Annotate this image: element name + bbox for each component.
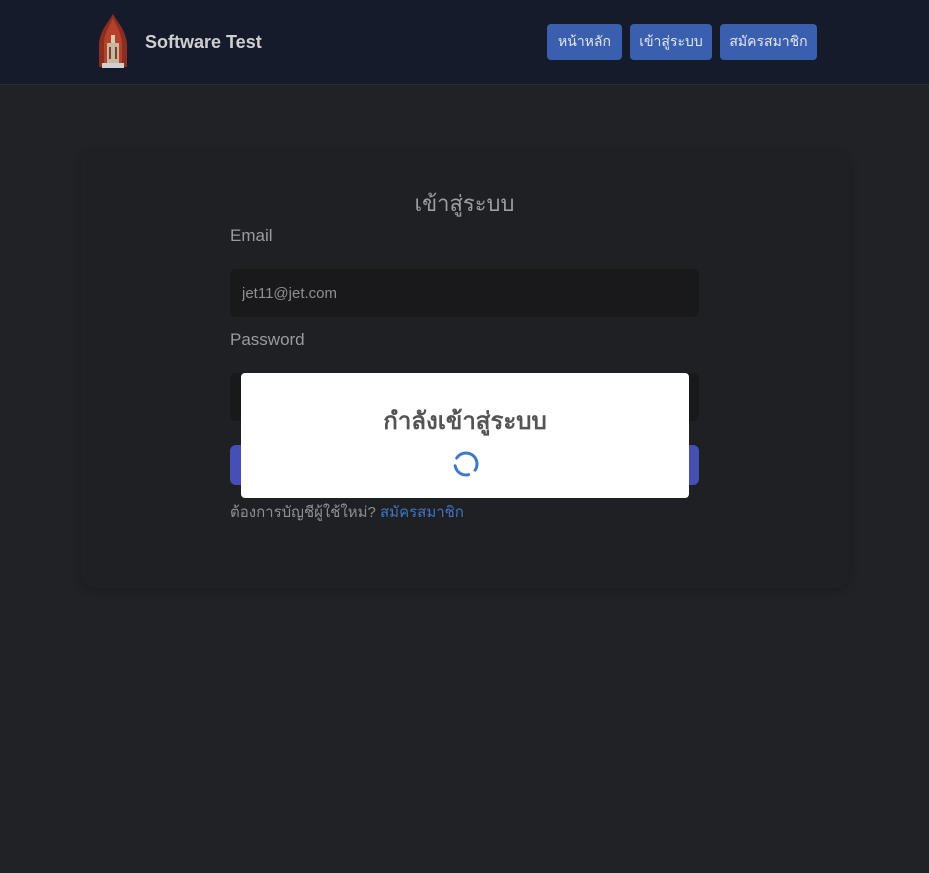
top-navbar: Software Test หน้าหลัก เข้าสู่ระบบ สมัคร…: [0, 0, 929, 85]
nav-login-button[interactable]: เข้าสู่ระบบ: [630, 24, 712, 60]
email-field[interactable]: [230, 269, 699, 317]
brand-name: Software Test: [145, 31, 262, 52]
brand[interactable]: Software Test: [96, 13, 262, 71]
signup-link[interactable]: สมัครสมาชิก: [380, 504, 464, 521]
nav-register-button[interactable]: สมัครสมาชิก: [720, 24, 817, 60]
temple-logo-icon: [99, 14, 127, 68]
signup-prompt: ต้องการบัญชีผู้ใช้ใหม่?: [230, 504, 376, 521]
form-title: เข้าสู่ระบบ: [414, 191, 515, 216]
loading-modal: กำลังเข้าสู่ระบบ: [241, 373, 689, 498]
loading-spinner-icon: [453, 451, 479, 477]
nav-home-button[interactable]: หน้าหลัก: [547, 24, 622, 60]
signup-prompt-line: ต้องการบัญชีผู้ใช้ใหม่? สมัครสมาชิก: [230, 500, 464, 524]
email-label: Email: [230, 226, 273, 245]
password-label: Password: [230, 330, 305, 349]
modal-title: กำลังเข้าสู่ระบบ: [383, 408, 547, 435]
